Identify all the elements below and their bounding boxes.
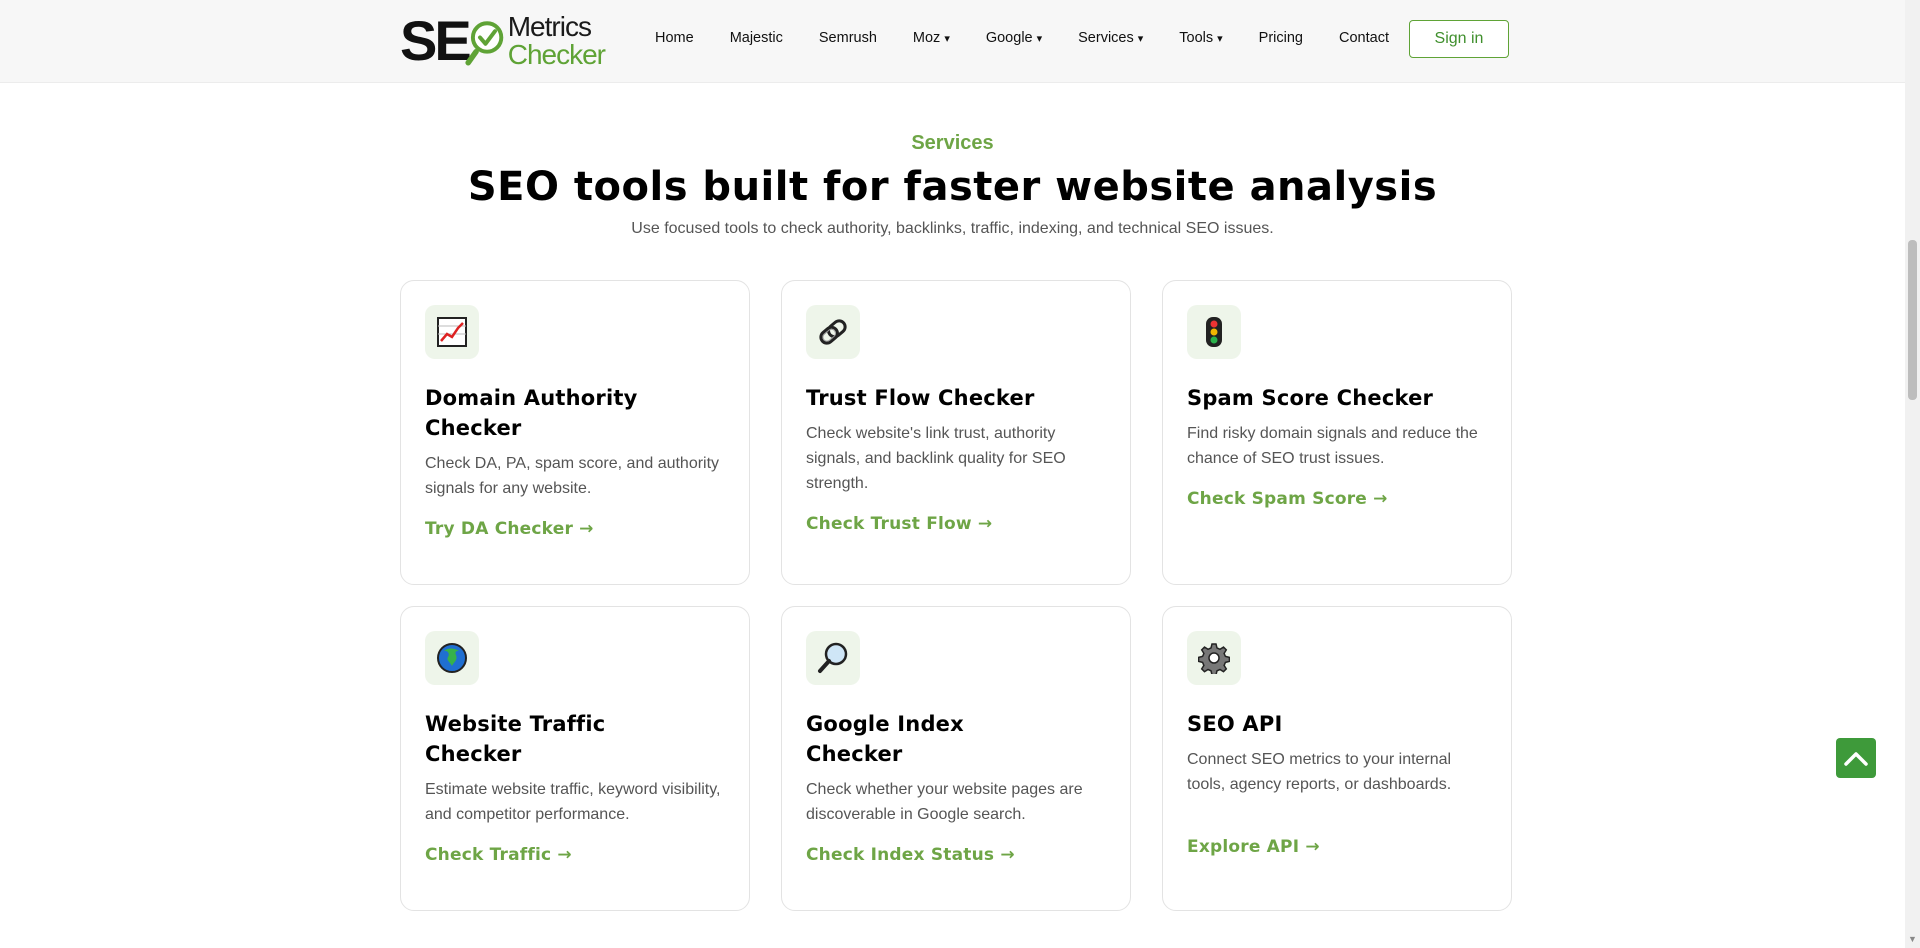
card-icon-box — [1187, 631, 1241, 685]
logo-se-text: SE — [400, 9, 472, 72]
card-title: Spam Score Checker — [1187, 386, 1434, 410]
chevron-down-icon: ▾ — [1217, 33, 1223, 45]
logo-words: Metrics Checker — [507, 11, 606, 70]
nav-google[interactable]: Google ▾ — [986, 30, 1042, 46]
card-icon-box — [806, 305, 860, 359]
nav-services[interactable]: Services ▾ — [1078, 30, 1143, 46]
chevron-down-icon: ▾ — [1036, 33, 1043, 45]
magnifier-icon — [818, 642, 848, 673]
nav-home-label: Home — [655, 30, 694, 46]
card-link[interactable]: Try DA Checker → — [425, 519, 725, 539]
scroll-down-arrow-icon[interactable]: ▼ — [1908, 934, 1917, 944]
card-title: Website Traffic Checker — [425, 712, 606, 766]
card-icon-box — [806, 631, 860, 685]
service-card-spam-score: Spam Score Checker Find risky domain sig… — [1162, 280, 1512, 585]
card-description: Find risky domain signals and reduce the… — [1187, 425, 1478, 467]
card-icon-box — [1187, 305, 1241, 359]
chart-icon — [437, 317, 467, 347]
logo-checker-text: Checker — [507, 39, 606, 70]
globe-icon — [437, 643, 467, 673]
nav-contact-label: Contact — [1339, 30, 1389, 46]
chevron-up-icon — [1844, 752, 1868, 766]
card-link[interactable]: Check Traffic → — [425, 845, 725, 865]
service-card-google-index: Google Index Checker Check whether your … — [781, 606, 1131, 911]
logo-metrics-text: Metrics — [507, 11, 592, 42]
nav-tools[interactable]: Tools ▾ — [1179, 30, 1222, 46]
card-icon-box — [425, 631, 479, 685]
nav-majestic[interactable]: Majestic — [730, 30, 783, 46]
site-header: SE Metrics Checker Home Majestic Semrush… — [0, 0, 1905, 83]
card-description: Estimate website traffic, keyword visibi… — [425, 781, 721, 823]
card-title: SEO API — [1187, 712, 1283, 736]
nav-moz-label: Moz — [912, 30, 941, 46]
nav-moz[interactable]: Moz ▾ — [913, 30, 950, 46]
traffic-light-icon — [1206, 317, 1222, 347]
logo-magnifier-icon — [465, 21, 503, 66]
scrollbar-thumb[interactable] — [1908, 240, 1917, 400]
nav-pricing[interactable]: Pricing — [1259, 30, 1303, 46]
sign-in-button[interactable]: Sign in — [1409, 20, 1509, 58]
card-link[interactable]: Check Index Status → — [806, 845, 1106, 865]
nav-pricing-label: Pricing — [1258, 30, 1303, 46]
section-eyebrow: Services — [911, 132, 994, 154]
nav-home[interactable]: Home — [655, 30, 694, 46]
service-card-website-traffic: Website Traffic Checker Estimate website… — [400, 606, 750, 911]
nav-contact[interactable]: Contact — [1339, 30, 1389, 46]
site-logo[interactable]: SE Metrics Checker — [400, 9, 606, 72]
nav-semrush-label: Semrush — [818, 30, 877, 46]
nav-majestic-label: Majestic — [729, 30, 783, 46]
card-link[interactable]: Explore API → — [1187, 837, 1487, 857]
card-description: Check whether your website pages are dis… — [806, 781, 1083, 823]
card-title: Domain Authority Checker — [425, 386, 638, 440]
card-description: Check DA, PA, spam score, and authority … — [425, 455, 720, 497]
card-title: Google Index Checker — [806, 712, 964, 766]
card-description: Connect SEO metrics to your internal too… — [1187, 751, 1452, 793]
nav-services-label: Services — [1078, 30, 1134, 46]
back-to-top-button[interactable] — [1836, 738, 1876, 778]
section-title: SEO tools built for faster website analy… — [467, 164, 1438, 210]
card-description: Check website's link trust, authority si… — [806, 425, 1066, 492]
card-link[interactable]: Check Spam Score → — [1187, 489, 1487, 509]
service-card-trust-flow: Trust Flow Checker Check website's link … — [781, 280, 1131, 585]
nav-tools-label: Tools — [1179, 30, 1214, 46]
main-nav: Home Majestic Semrush Moz ▾ Google ▾ Servi… — [655, 0, 1425, 76]
page-scrollbar[interactable] — [1905, 0, 1920, 948]
gear-icon — [1198, 643, 1230, 674]
section-subtitle: Use focused tools to check authority, ba… — [631, 220, 1274, 237]
card-icon-box — [425, 305, 479, 359]
nav-google-label: Google — [985, 30, 1033, 46]
service-card-seo-api: SEO API Connect SEO metrics to your inte… — [1162, 606, 1512, 911]
link-icon — [819, 319, 847, 345]
chevron-down-icon: ▾ — [1137, 33, 1144, 45]
chevron-down-icon: ▾ — [944, 33, 950, 45]
card-title: Trust Flow Checker — [806, 386, 1035, 410]
card-link[interactable]: Check Trust Flow → — [806, 514, 1106, 534]
service-card-domain-authority: Domain Authority Checker Check DA, PA, s… — [400, 280, 750, 585]
nav-semrush[interactable]: Semrush — [819, 30, 877, 46]
